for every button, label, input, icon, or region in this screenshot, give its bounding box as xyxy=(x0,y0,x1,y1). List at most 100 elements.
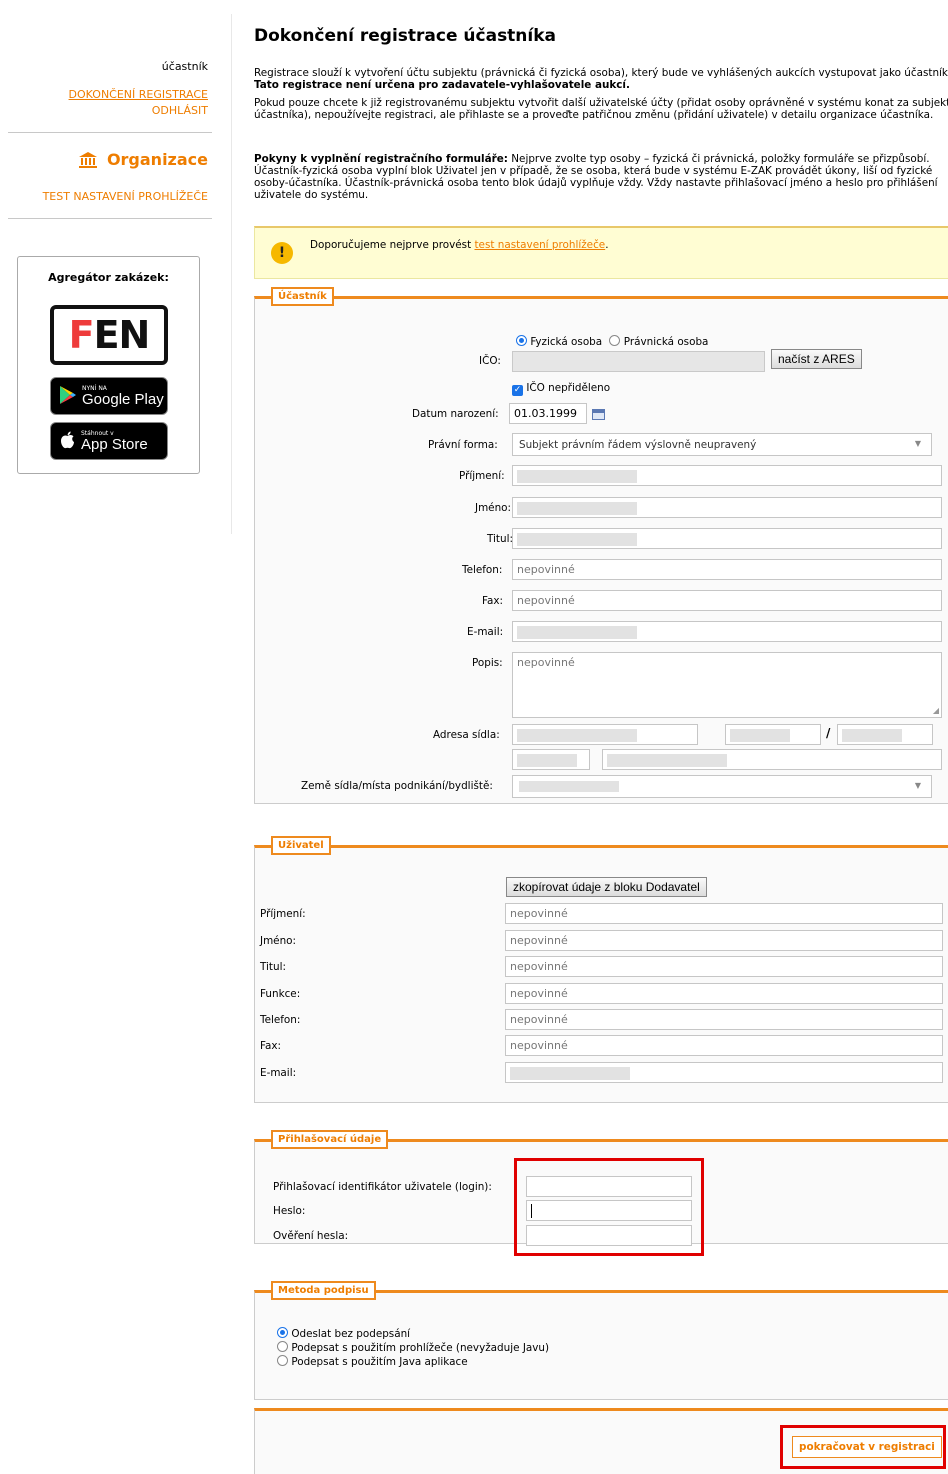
browser-test-link[interactable]: TEST NASTAVENÍ PROHLÍŽEČE xyxy=(43,190,208,203)
login-label: Přihlašovací identifikátor uživatele (lo… xyxy=(273,1181,492,1193)
user-phone-input[interactable]: nepovinné xyxy=(505,1009,943,1030)
calendar-icon[interactable] xyxy=(592,409,605,420)
redacted-value xyxy=(510,1066,630,1080)
redacted-value xyxy=(517,532,637,546)
chevron-down-icon: ▼ xyxy=(914,439,921,448)
surname-input[interactable] xyxy=(512,465,942,486)
page-title: Dokončení registrace účastníka xyxy=(254,26,557,46)
redacted-value xyxy=(517,501,637,515)
notice-message: Doporučujeme nejprve provést xyxy=(310,239,472,251)
participant-fieldset: Účastník Fyzická osoba Právnická osoba I… xyxy=(254,287,948,804)
intro-paragraph-1: Registrace slouží k vytvoření účtu subje… xyxy=(254,67,948,91)
zip-input[interactable] xyxy=(512,749,590,770)
radio-legal-person[interactable] xyxy=(609,335,621,346)
birth-date-label: Datum narození: xyxy=(412,408,499,420)
city-input[interactable] xyxy=(602,749,942,770)
fax-label: Fax: xyxy=(482,595,504,607)
intro-paragraph-2: Pokud pouze chcete k již registrovanému … xyxy=(254,97,948,121)
institution-icon xyxy=(78,151,97,168)
surname-label: Příjmení: xyxy=(459,470,505,482)
load-ares-button[interactable]: načíst z ARES xyxy=(771,349,862,369)
description-textarea[interactable]: nepovinné ◢ xyxy=(512,652,942,718)
signature-option-3[interactable]: Podepsat s použitím Java aplikace xyxy=(277,1355,468,1368)
logout-link[interactable]: ODHLÁSIT xyxy=(152,104,208,117)
warning-icon: ! xyxy=(271,242,293,264)
complete-registration-link[interactable]: DOKONČENÍ REGISTRACE xyxy=(69,88,208,101)
phone-input[interactable]: nepovinné xyxy=(512,559,942,580)
redacted-value xyxy=(517,728,637,742)
person-type-radios: Fyzická osoba Právnická osoba xyxy=(516,335,708,348)
user-title-input[interactable]: nepovinné xyxy=(505,956,943,977)
radio-no-signature[interactable] xyxy=(277,1327,288,1338)
redacted-value xyxy=(842,728,902,742)
user-name-label: Jméno: xyxy=(260,935,297,947)
house-number-input[interactable] xyxy=(725,724,821,745)
copy-from-supplier-button[interactable]: zkopírovat údaje z bloku Dodavatel xyxy=(506,877,707,897)
legal-form-select[interactable]: Subjekt právním řádem výslovně neupraven… xyxy=(512,433,932,456)
redacted-value xyxy=(607,753,727,767)
user-surname-label: Příjmení: xyxy=(260,908,306,920)
organization-label: Organizace xyxy=(106,150,208,169)
app-store-text: App Store xyxy=(81,435,148,453)
aggregator-box: Agregátor zakázek: F EN NYNÍ NA Google Pl… xyxy=(17,256,200,474)
resize-handle-icon[interactable]: ◢ xyxy=(933,706,939,715)
user-surname-input[interactable]: nepovinné xyxy=(505,903,943,924)
birth-date-input[interactable]: 01.03.1999 xyxy=(509,403,587,424)
browser-test-notice: ! Doporučujeme nejprve provést test nast… xyxy=(254,226,948,279)
street-input[interactable] xyxy=(512,724,698,745)
first-name-input[interactable] xyxy=(512,497,942,518)
radio-physical-person[interactable] xyxy=(516,335,527,346)
highlight-continue-button xyxy=(780,1425,946,1469)
apple-icon xyxy=(60,431,75,452)
description-label: Popis: xyxy=(472,657,503,669)
address-slash: / xyxy=(826,726,831,740)
signature-option-1[interactable]: Odeslat bez podepsání xyxy=(277,1327,410,1340)
login-legend: Přihlašovací údaje xyxy=(271,1130,389,1149)
email-input[interactable] xyxy=(512,621,942,642)
user-fieldset: Uživatel zkopírovat údaje z bloku Dodava… xyxy=(254,836,948,1103)
intro-paragraph-3: Pokyny k vyplnění registračního formulář… xyxy=(254,153,948,201)
signature-option-2[interactable]: Podepsat s použitím prohlížeče (nevyžadu… xyxy=(277,1341,549,1354)
sidebar-divider xyxy=(8,218,212,219)
ico-input[interactable] xyxy=(512,351,765,372)
user-fax-input[interactable]: nepovinné xyxy=(505,1035,943,1056)
google-play-text: Google Play xyxy=(82,390,164,408)
fax-input[interactable]: nepovinné xyxy=(512,590,942,611)
notice-browser-test-link[interactable]: test nastavení prohlížeče xyxy=(474,239,605,251)
radio-java-signature[interactable] xyxy=(277,1355,288,1366)
user-name-input[interactable]: nepovinné xyxy=(505,930,943,951)
user-email-input[interactable] xyxy=(505,1062,943,1083)
redacted-value xyxy=(517,753,577,767)
user-title-label: Titul: xyxy=(260,961,286,973)
title-label: Titul: xyxy=(487,533,513,545)
user-email-label: E-mail: xyxy=(260,1067,297,1079)
fen-logo[interactable]: F EN xyxy=(50,305,168,365)
ico-unassigned-label: IČO nepřiděleno xyxy=(526,382,611,394)
orientation-number-input[interactable] xyxy=(837,724,933,745)
radio-browser-signature[interactable] xyxy=(277,1341,288,1352)
legal-form-value: Subjekt právním řádem výslovně neupraven… xyxy=(519,439,757,451)
country-label: Země sídla/místa podnikání/bydliště: xyxy=(301,780,493,792)
user-fax-label: Fax: xyxy=(260,1040,282,1052)
ico-unassigned-checkbox[interactable]: ✓ xyxy=(512,385,523,396)
title-input[interactable] xyxy=(512,528,942,549)
description-placeholder: nepovinné xyxy=(517,656,575,669)
user-legend: Uživatel xyxy=(271,836,331,855)
redacted-value xyxy=(519,781,619,792)
ico-unassigned-row: ✓ IČO nepřiděleno xyxy=(512,382,610,396)
google-play-button[interactable]: NYNÍ NA Google Play xyxy=(50,377,168,415)
country-select[interactable]: ▼ xyxy=(512,775,932,798)
signature-option-2-label: Podepsat s použitím prohlížeče (nevyžadu… xyxy=(291,1342,550,1354)
signature-legend: Metoda podpisu xyxy=(271,1281,376,1300)
legal-form-label: Právní forma: xyxy=(428,439,498,451)
google-play-icon xyxy=(60,385,76,407)
user-function-input[interactable]: nepovinné xyxy=(505,983,943,1004)
organization-link[interactable]: Organizace xyxy=(78,150,208,169)
redacted-value xyxy=(517,469,637,483)
ico-label: IČO: xyxy=(479,355,501,367)
chevron-down-icon: ▼ xyxy=(914,781,921,790)
phone-label: Telefon: xyxy=(462,564,503,576)
signature-fieldset: Metoda podpisu Odeslat bez podepsání Pod… xyxy=(254,1281,948,1400)
fen-logo-en: EN xyxy=(93,313,151,357)
app-store-button[interactable]: Stáhnout v App Store xyxy=(50,422,168,460)
